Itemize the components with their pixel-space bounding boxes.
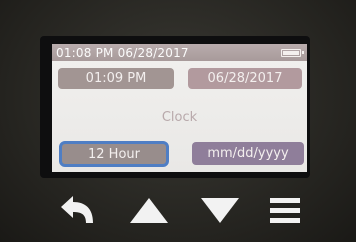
display-screen: 01:08 PM 06/28/2017 01:09 PM 06/28/2017 … <box>52 44 307 172</box>
up-triangle-icon <box>130 198 168 223</box>
date-field[interactable]: 06/28/2017 <box>188 68 302 89</box>
battery-full-icon <box>281 48 304 57</box>
back-button[interactable] <box>56 192 98 228</box>
down-triangle-icon <box>201 198 239 223</box>
time-value: 01:09 PM <box>85 71 147 86</box>
date-format-value: mm/dd/yyyy <box>207 146 289 161</box>
date-format-selector[interactable]: mm/dd/yyyy <box>192 142 304 165</box>
section-label: Clock <box>161 110 198 125</box>
hour-format-selector[interactable]: 12 Hour <box>59 141 169 167</box>
time-field[interactable]: 01:09 PM <box>58 68 174 89</box>
up-button[interactable] <box>128 192 170 228</box>
status-bar: 01:08 PM 06/28/2017 <box>52 44 307 61</box>
status-datetime: 01:08 PM 06/28/2017 <box>56 45 189 60</box>
hour-format-value: 12 Hour <box>88 146 140 162</box>
down-button[interactable] <box>199 192 241 228</box>
menu-button[interactable] <box>264 192 306 228</box>
device-body: 01:08 PM 06/28/2017 01:09 PM 06/28/2017 … <box>0 0 356 242</box>
date-value: 06/28/2017 <box>207 71 283 86</box>
back-arrow-icon <box>61 196 93 223</box>
menu-icon <box>270 198 300 223</box>
